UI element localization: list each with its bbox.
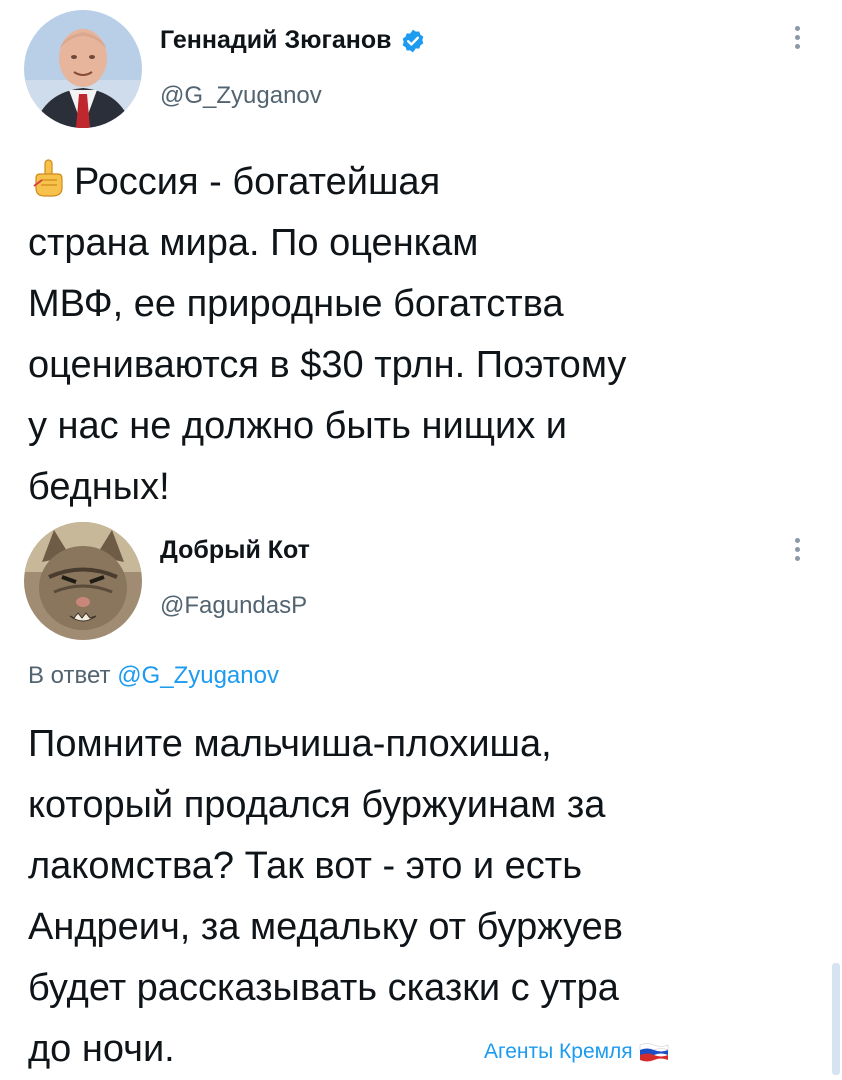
reply-prefix: В ответ <box>28 662 111 689</box>
watermark-text: Агенты Кремля <box>484 1040 633 1063</box>
verified-badge-icon <box>402 29 423 52</box>
tweet-text-line: у нас не должно быть нищих и <box>28 405 567 447</box>
tweet-text-line: до ночи. <box>28 1028 175 1070</box>
display-name[interactable]: Добрый Кот <box>160 536 310 565</box>
scrollbar-thumb[interactable] <box>832 963 840 1075</box>
tweet-1-header: Геннадий Зюганов @G_Zyuganov <box>0 10 842 130</box>
name-row: Добрый Кот <box>160 536 310 565</box>
tweet-text-line: лакомства? Так вот - это и есть <box>28 845 583 887</box>
tweet-text-line: который продался буржуинам за <box>28 784 606 826</box>
pointing-finger-icon <box>33 159 63 197</box>
tweet-text-line: МВФ, ее природные богатства <box>28 283 564 325</box>
tweet-text-line: бедных! <box>28 466 170 508</box>
display-name[interactable]: Геннадий Зюганов <box>160 26 392 55</box>
more-options-icon[interactable] <box>792 26 802 53</box>
tweet-text-line: Россия - богатейшая <box>28 152 818 213</box>
cat-avatar-icon <box>24 522 142 640</box>
reply-mention-link[interactable]: @G_Zyuganov <box>117 662 279 689</box>
watermark: Агенты Кремля <box>484 1040 669 1064</box>
reply-context: В ответ @G_Zyuganov <box>28 662 279 690</box>
tweet-text-line: Помните мальчиша-плохиша, <box>28 723 552 765</box>
more-options-icon[interactable] <box>792 538 802 565</box>
name-row: Геннадий Зюганов <box>160 26 426 55</box>
handle[interactable]: @FagundasP <box>160 592 307 620</box>
tweet-2-header: Добрый Кот @FagundasP <box>0 522 842 642</box>
person-avatar-icon <box>24 10 142 128</box>
russian-flag-icon <box>639 1043 668 1062</box>
handle[interactable]: @G_Zyuganov <box>160 82 322 110</box>
avatar[interactable] <box>24 10 142 128</box>
tweet-text-line: Андреич, за медальку от буржуев <box>28 906 623 948</box>
tweet-text-line: оцениваются в $30 трлн. Поэтому <box>28 344 627 386</box>
avatar[interactable] <box>24 522 142 640</box>
tweet-2-text: Помните мальчиша-плохиша, который продал… <box>28 714 818 1080</box>
tweet-1-text: Россия - богатейшая страна мира. По оцен… <box>28 152 818 518</box>
tweet-text-line: страна мира. По оценкам <box>28 222 479 264</box>
tweet-text-line: будет рассказывать сказки с утра <box>28 967 619 1009</box>
